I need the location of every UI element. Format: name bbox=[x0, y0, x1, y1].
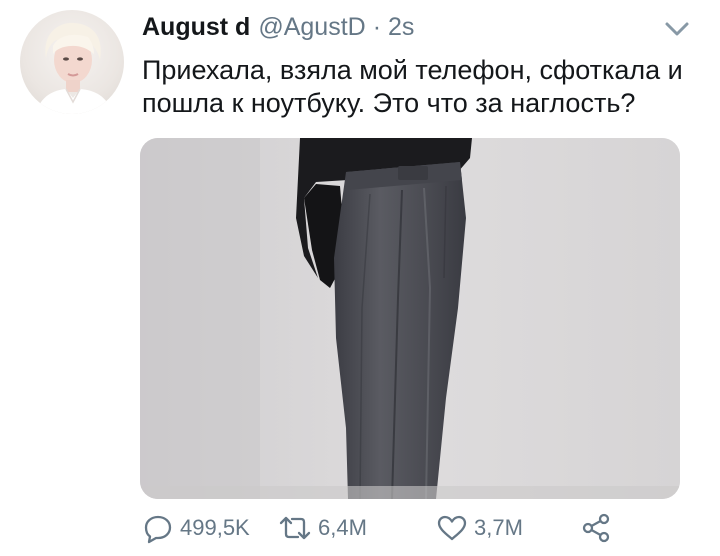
tweet: August d @AgustD · 2s Приехала, взяла мо… bbox=[0, 0, 720, 556]
tweet-header: August d @AgustD · 2s bbox=[142, 10, 414, 44]
tweet-text-line: пошла к ноутбуку. Это что за наглость? bbox=[142, 88, 636, 118]
reply-count: 499,5K bbox=[180, 515, 250, 540]
comment-icon bbox=[142, 512, 174, 544]
tweet-text-line: Приехала, взяла мой телефон, сфоткала и bbox=[142, 55, 683, 85]
retweet-count: 6,4M bbox=[318, 515, 367, 540]
heart-icon bbox=[436, 512, 468, 544]
avatar[interactable] bbox=[20, 10, 124, 114]
timestamp[interactable]: 2s bbox=[388, 13, 414, 42]
separator-dot: · bbox=[372, 12, 382, 41]
tweet-actions: 499,5K 6,4M 3,7M bbox=[140, 510, 700, 546]
reply-button[interactable]: 499,5K bbox=[142, 510, 250, 546]
retweet-icon bbox=[278, 512, 312, 544]
tweet-photo[interactable] bbox=[140, 138, 680, 499]
retweet-button[interactable]: 6,4M bbox=[278, 510, 367, 546]
tweet-text: Приехала, взяла мой телефон, сфоткала и … bbox=[142, 54, 702, 120]
like-button[interactable]: 3,7M bbox=[436, 510, 523, 546]
share-button[interactable] bbox=[580, 510, 612, 546]
like-count: 3,7M bbox=[474, 515, 523, 540]
chevron-down-icon[interactable] bbox=[662, 18, 692, 40]
share-icon bbox=[580, 512, 612, 544]
display-name[interactable]: August d bbox=[142, 13, 250, 42]
user-handle[interactable]: @AgustD bbox=[258, 13, 365, 42]
